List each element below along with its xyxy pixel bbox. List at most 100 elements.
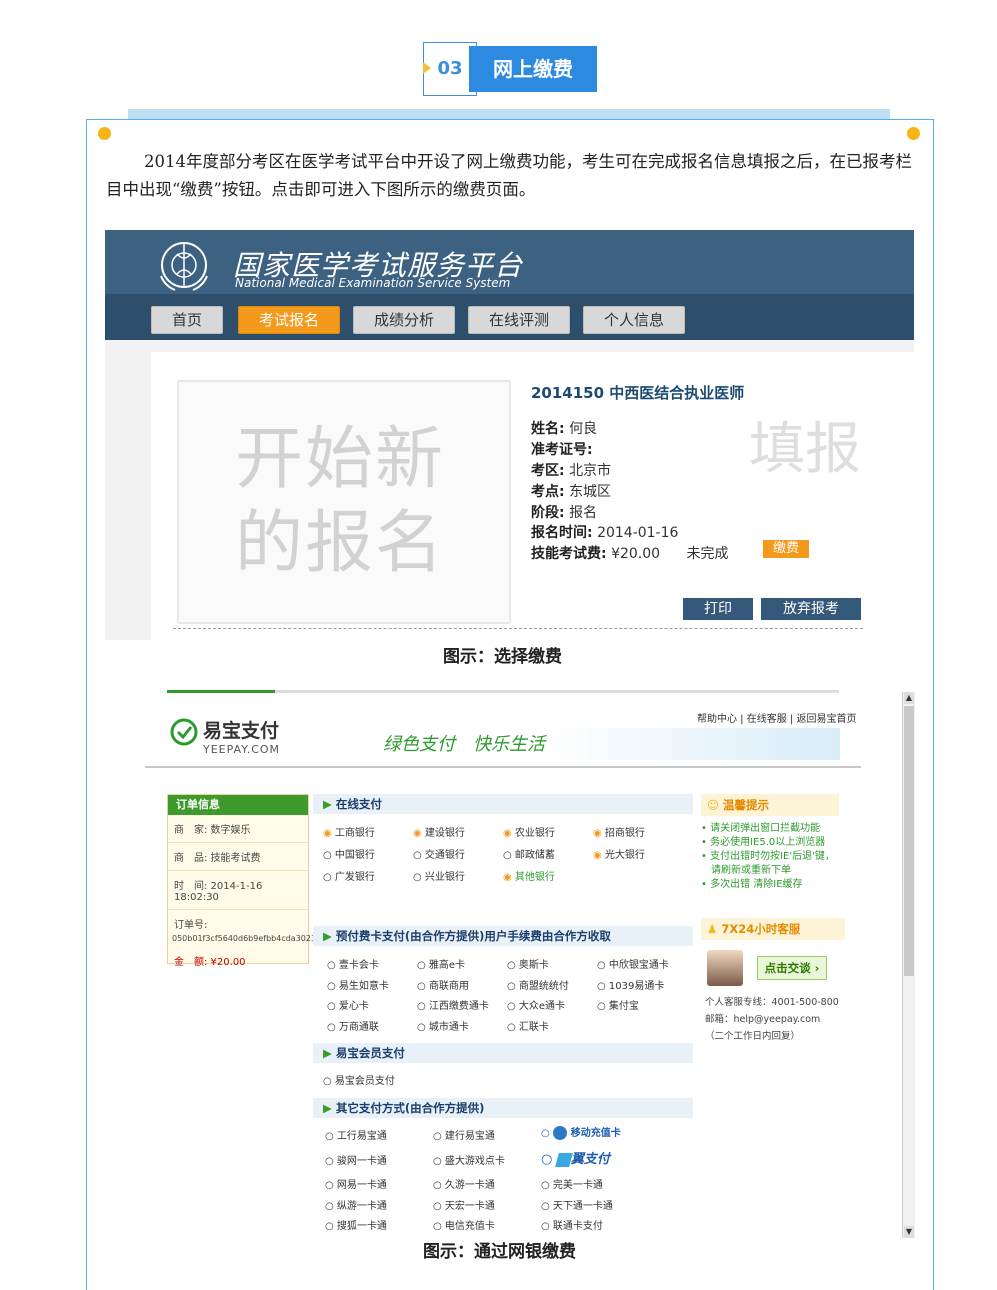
scroll-thumb (904, 706, 914, 976)
scroll-down-icon: ▼ (904, 1226, 914, 1238)
section-online-pay: ▶ 在线支付 (313, 794, 693, 814)
prepaid-option[interactable]: ○ 汇联卡 (507, 1018, 549, 1033)
field-ticket: 准考证号: (531, 442, 593, 458)
bank-option[interactable]: ◉ 建设银行 (413, 824, 465, 839)
prepaid-option[interactable]: ○ 壹卡会卡 (327, 956, 379, 971)
arrow-icon (423, 62, 431, 74)
other-option[interactable]: ○ 建行易宝通 (433, 1127, 495, 1142)
prepaid-option[interactable]: ○ 万商通联 (327, 1018, 379, 1033)
triangle-icon: ▶ (323, 929, 332, 943)
other-option[interactable]: ○ 骏网一卡通 (325, 1152, 387, 1167)
emblem-icon (160, 242, 208, 291)
payment-status: 未完成 (686, 546, 729, 562)
order-merchant: 商 家: 数字娱乐 (168, 815, 308, 843)
intro-paragraph: 2014年度部分考区在医学考试平台中开设了网上缴费功能，考生可在完成报名信息填报… (106, 152, 912, 199)
smile-icon: ☺ (707, 798, 719, 812)
email: 邮箱：help@yeepay.com (705, 1014, 821, 1025)
bank-option[interactable]: ◉ 其他银行 (503, 868, 555, 883)
other-option[interactable]: ○ 完美一卡通 (541, 1176, 603, 1191)
field-site: 考点: 东城区 (531, 484, 612, 500)
yeepay-logo: 易宝支付 YEEPAY.COM (203, 720, 281, 756)
section-title: 网上缴费 (469, 46, 597, 92)
other-option[interactable]: ○ 天宏一卡通 (433, 1197, 495, 1212)
section-prepaid: ▶ 预付费卡支付(由合作方提供)用户手续费由合作方收取 (313, 926, 693, 946)
yeepay-screenshot: 易宝支付 YEEPAY.COM 绿色支付 快乐生活 帮助中心 | 在线客服 | … (145, 690, 915, 1238)
site-subtitle: National Medical Examination Service Sys… (235, 276, 511, 290)
bank-option[interactable]: ◉ 工商银行 (323, 824, 375, 839)
corner-dot-icon (98, 127, 111, 140)
tips-panel: ☺ 温馨提示 • 请关闭弹出窗口拦截功能 • 务必使用IE5.0以上浏览器 • … (701, 794, 839, 892)
member-option[interactable]: ○ 易宝会员支付 (323, 1072, 395, 1087)
bank-option[interactable]: ○ 交通银行 (413, 846, 465, 861)
other-option[interactable]: ○ 电信充值卡 (433, 1217, 495, 1232)
divider (173, 628, 863, 629)
prepaid-option[interactable]: ○ 易生如意卡 (327, 977, 389, 992)
nav-home[interactable]: 首页 (151, 306, 223, 334)
registration-panel: 开始新的报名 2014150 中西医结合执业医师 填报 姓名: 何良 准考证号:… (151, 352, 914, 640)
bank-option[interactable]: ○ 广发银行 (323, 868, 375, 883)
prepaid-option[interactable]: ○ 奥斯卡 (507, 956, 549, 971)
prepaid-option[interactable]: ○ 1039易通卡 (597, 977, 664, 992)
chat-button[interactable]: 点击交谈 › (757, 956, 827, 980)
triangle-icon: ▶ (323, 1046, 332, 1060)
other-option[interactable]: ○ 搜狐一卡通 (325, 1217, 387, 1232)
nav-score-analysis[interactable]: 成绩分析 (353, 306, 455, 334)
caption-online-bank: 图示：通过网银缴费 (423, 1242, 576, 1262)
section-badge: 03 网上缴费 (423, 42, 597, 96)
field-time: 报名时间: 2014-01-16 (531, 525, 679, 541)
caption-select-pay: 图示：选择缴费 (443, 647, 562, 667)
prepaid-option[interactable]: ○ 商联商用 (417, 977, 469, 992)
prepaid-option[interactable]: ○ 城市通卡 (417, 1018, 469, 1033)
nav-online-test[interactable]: 在线评测 (468, 306, 570, 334)
other-option[interactable]: ○ 盛大游戏点卡 (433, 1152, 505, 1167)
bank-option[interactable]: ◉ 光大银行 (593, 846, 645, 861)
mobile-card-icon (553, 1126, 568, 1140)
agent-avatar (707, 950, 743, 986)
other-option[interactable]: ○ 移动充值卡 (541, 1124, 621, 1140)
print-button[interactable]: 打印 (683, 598, 753, 620)
order-info-panel: 订单信息 商 家: 数字娱乐 商 品: 技能考试费 时 间: 2014-1-16… (167, 794, 317, 968)
bank-option[interactable]: ○ 中国银行 (323, 846, 375, 861)
other-option[interactable]: ○ 翼支付 (541, 1148, 610, 1167)
other-option[interactable]: ○ 联通卡支付 (541, 1217, 603, 1232)
order-amount: 金 额: ¥20.00 (174, 957, 246, 968)
hotline: 个人客服专线：4001-500-800 (705, 997, 839, 1008)
order-product: 商 品: 技能考试费 (168, 843, 308, 871)
prepaid-option[interactable]: ○ 爱心卡 (327, 997, 369, 1012)
field-region: 考区: 北京市 (531, 463, 612, 479)
prepaid-option[interactable]: ○ 雅高e卡 (417, 956, 465, 971)
exam-title: 2014150 中西医结合执业医师 (531, 384, 745, 402)
pay-button[interactable]: 缴费 (763, 540, 809, 558)
service-title: ♟ 7X24小时客服 (701, 918, 845, 940)
prepaid-option[interactable]: ○ 中欣银宝通卡 (597, 956, 669, 971)
other-option[interactable]: ○ 纵游一卡通 (325, 1197, 387, 1212)
other-option[interactable]: ○ 网易一卡通 (325, 1176, 387, 1191)
prepaid-option[interactable]: ○ 大众e通卡 (507, 997, 565, 1012)
bank-option[interactable]: ◉ 农业银行 (503, 824, 555, 839)
bank-option[interactable]: ◉ 招商银行 (593, 824, 645, 839)
section-member: ▶ 易宝会员支付 (313, 1043, 693, 1063)
prepaid-option[interactable]: ○ 商盟统统付 (507, 977, 569, 992)
prepaid-option[interactable]: ○ 江西缴费通卡 (417, 997, 489, 1012)
abandon-button[interactable]: 放弃报考 (761, 598, 861, 620)
other-option[interactable]: ○ 天下通一卡通 (541, 1197, 613, 1212)
nmp-screenshot: 国家医学考试服务平台 National Medical Examination … (105, 230, 914, 640)
header-links[interactable]: 帮助中心 | 在线客服 | 返回易宝首页 (697, 710, 856, 725)
field-stage: 阶段: 报名 (531, 505, 598, 521)
reply-time: （二个工作日内回复） (705, 1031, 801, 1042)
prepaid-option[interactable]: ○ 集付宝 (597, 997, 639, 1012)
tips-list: • 请关闭弹出窗口拦截功能 • 务必使用IE5.0以上浏览器 • 支付出错时勿按… (701, 823, 835, 890)
other-option[interactable]: ○ 久游一卡通 (433, 1176, 495, 1191)
bank-option[interactable]: ○ 兴业银行 (413, 868, 465, 883)
nmp-header: 国家医学考试服务平台 National Medical Examination … (105, 230, 914, 340)
bank-option[interactable]: ○ 邮政储蓄 (503, 846, 555, 861)
nav-registration[interactable]: 考试报名 (238, 306, 340, 334)
order-time: 时 间: 2014-1-16 18:02:30 (168, 871, 308, 910)
order-number: 050b01f3cf5640d6b9efbb4cda3023 (172, 934, 317, 943)
nav-profile[interactable]: 个人信息 (583, 306, 685, 334)
section-other: ▶ 其它支付方式(由合作方提供) (313, 1098, 693, 1118)
scrollbar[interactable]: ▲ ▼ (902, 692, 915, 1238)
new-registration-card[interactable]: 开始新的报名 (177, 380, 511, 624)
other-option[interactable]: ○ 工行易宝通 (325, 1127, 387, 1142)
main-nav: 首页 考试报名 成绩分析 在线评测 个人信息 (105, 294, 914, 340)
